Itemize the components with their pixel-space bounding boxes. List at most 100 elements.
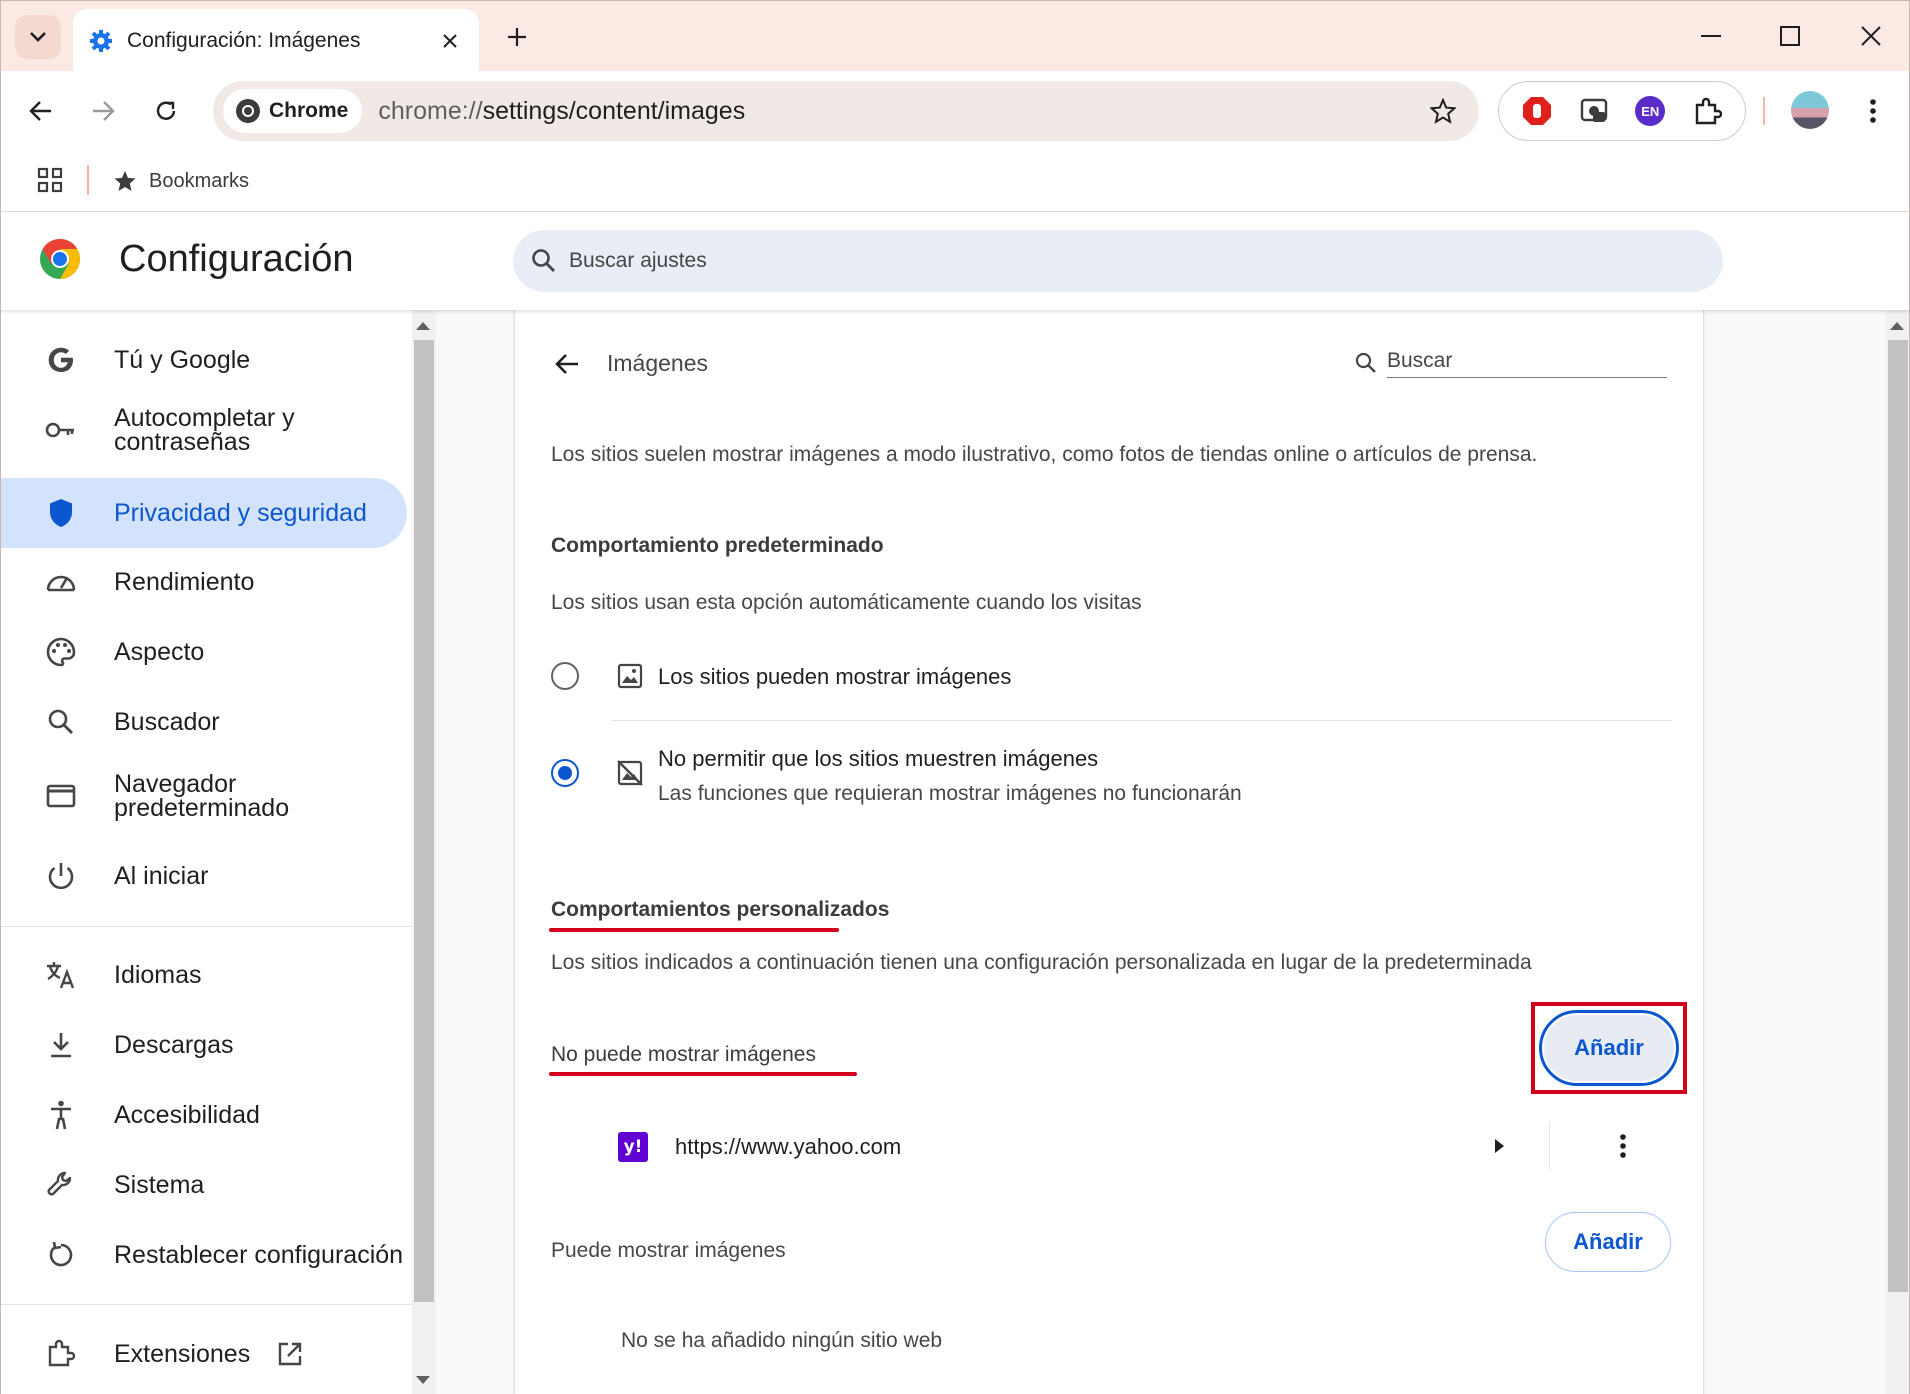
- apps-button[interactable]: [33, 163, 67, 197]
- radio-allow-images[interactable]: [551, 662, 579, 690]
- screen-capture-icon: [1580, 98, 1607, 122]
- active-tab[interactable]: Configuración: Imágenes: [73, 9, 479, 72]
- sidebar-item-downloads[interactable]: Descargas: [1, 1017, 407, 1073]
- sidebar-item-languages[interactable]: Idiomas: [1, 947, 407, 1003]
- sidebar-item-label: Privacidad y seguridad: [114, 499, 367, 527]
- sidebar-divider: [1, 926, 412, 927]
- bookmarks-label: Bookmarks: [149, 169, 250, 192]
- site-details-button[interactable]: [1483, 1130, 1515, 1162]
- close-window-button[interactable]: [1841, 11, 1901, 61]
- minimize-icon: [1701, 35, 1721, 37]
- minimize-button[interactable]: [1681, 11, 1741, 61]
- new-tab-button[interactable]: [495, 15, 539, 59]
- site-more-actions-button[interactable]: [1605, 1128, 1641, 1164]
- power-icon: [48, 863, 74, 890]
- reload-button[interactable]: [144, 89, 188, 133]
- sidebar-item-reset[interactable]: Restablecer configuración: [1, 1227, 407, 1283]
- radio-block-images[interactable]: [551, 759, 579, 787]
- search-in-page-input[interactable]: Buscar: [1355, 342, 1675, 384]
- option-divider: [611, 720, 1671, 721]
- screen-extension-button[interactable]: [1574, 91, 1614, 131]
- search-placeholder: Buscar ajustes: [569, 249, 707, 272]
- open-in-new-icon: [278, 1342, 302, 1366]
- sidebar-item-default-browser[interactable]: Navegador predeterminado: [1, 760, 407, 832]
- close-icon: [443, 33, 457, 48]
- language-badge-icon: EN: [1635, 96, 1666, 126]
- site-info-chip[interactable]: Chrome: [223, 89, 363, 133]
- scroll-up-arrow-icon[interactable]: [1890, 322, 1904, 330]
- sidebar-item-accessibility[interactable]: Accesibilidad: [1, 1087, 407, 1143]
- search-icon: [532, 249, 555, 272]
- maximize-icon: [1780, 26, 1800, 46]
- extensions-menu-button[interactable]: [1687, 91, 1727, 131]
- annotation-underline: [549, 928, 839, 932]
- back-to-site-settings-button[interactable]: [545, 342, 589, 386]
- reload-icon: [156, 101, 176, 120]
- scroll-down-arrow-icon[interactable]: [416, 1376, 430, 1384]
- bookmark-star-button[interactable]: [1421, 89, 1465, 133]
- allowed-list-empty: No se ha añadido ningún sitio web: [621, 1329, 943, 1352]
- forward-button[interactable]: [81, 89, 125, 133]
- custom-behaviors-title: Comportamientos personalizados: [551, 898, 890, 921]
- back-button[interactable]: [19, 89, 63, 133]
- browser-window-icon: [46, 784, 76, 808]
- search-icon: [1355, 352, 1376, 373]
- sidebar-item-autofill[interactable]: Autocompletar y contraseñas: [1, 394, 407, 466]
- sidebar-item-system[interactable]: Sistema: [1, 1157, 407, 1213]
- option-block-label[interactable]: No permitir que los sitios muestren imág…: [658, 746, 1098, 772]
- sidebar-item-search-engine[interactable]: Buscador: [1, 694, 407, 750]
- page-heading: Imágenes: [607, 350, 709, 376]
- close-icon: [1861, 26, 1881, 46]
- scroll-up-arrow-icon[interactable]: [416, 322, 430, 330]
- search-icon: [48, 709, 73, 734]
- tab-search-button[interactable]: [15, 15, 61, 59]
- blocked-site-row: y! https://www.yahoo.com: [515, 1116, 1705, 1178]
- sidebar-item-privacy[interactable]: Privacidad y seguridad: [1, 478, 407, 548]
- chevron-down-icon: [30, 32, 46, 42]
- sidebar-item-label: Buscador: [114, 708, 220, 736]
- maximize-button[interactable]: [1760, 11, 1820, 61]
- add-allowed-site-button[interactable]: Añadir: [1545, 1212, 1671, 1272]
- adblock-extension-button[interactable]: [1517, 91, 1557, 131]
- settings-search-input[interactable]: Buscar ajustes: [513, 230, 1723, 292]
- bookmarks-folder[interactable]: Bookmarks: [113, 163, 249, 199]
- profile-avatar[interactable]: [1791, 91, 1829, 129]
- more-vertical-icon: [1620, 1134, 1626, 1158]
- sidebar-item-label: Al iniciar: [114, 862, 209, 890]
- apps-grid-icon: [37, 167, 63, 193]
- sidebar-item-label: Rendimiento: [114, 568, 255, 596]
- sidebar-scrollbar-thumb[interactable]: [414, 340, 434, 1302]
- sidebar-item-label: Extensiones: [114, 1340, 251, 1368]
- page-title: Configuración: [119, 238, 354, 280]
- sidebar-item-on-startup[interactable]: Al iniciar: [1, 848, 407, 904]
- option-allow-label[interactable]: Los sitios pueden mostrar imágenes: [658, 664, 1011, 690]
- chrome-icon: [236, 99, 260, 123]
- star-filled-icon: [114, 170, 136, 191]
- url-text[interactable]: chrome://settings/content/images: [378, 97, 1421, 126]
- annotation-underline: [549, 1072, 857, 1076]
- arrow-right-icon: [93, 101, 115, 121]
- add-blocked-site-button[interactable]: Añadir: [1539, 1010, 1679, 1086]
- toolbar: Chrome chrome://settings/content/images …: [0, 71, 1910, 151]
- close-tab-button[interactable]: [437, 28, 463, 54]
- sidebar-item-label: Descargas: [114, 1031, 234, 1059]
- toolbar-divider: [1763, 97, 1765, 125]
- address-bar[interactable]: Chrome chrome://settings/content/images: [213, 81, 1479, 141]
- star-icon: [1430, 98, 1456, 124]
- images-settings-card: Imágenes Buscar Los sitios suelen mostra…: [514, 310, 1704, 1394]
- chrome-menu-button[interactable]: [1851, 89, 1895, 133]
- yahoo-favicon-icon: y!: [618, 1132, 648, 1162]
- main-scrollbar-thumb[interactable]: [1888, 340, 1908, 1292]
- sidebar-item-performance[interactable]: Rendimiento: [1, 554, 407, 610]
- settings-header: Configuración Buscar ajustes: [0, 212, 1910, 310]
- sidebar-item-appearance[interactable]: Aspecto: [1, 624, 407, 680]
- sidebar-item-label: Accesibilidad: [114, 1101, 260, 1129]
- sidebar-item-you-and-google[interactable]: Tú y Google: [1, 332, 407, 388]
- sidebar-item-extensions[interactable]: Extensiones: [1, 1326, 407, 1382]
- accessibility-icon: [51, 1100, 71, 1130]
- reset-icon: [49, 1241, 73, 1267]
- download-icon: [51, 1033, 71, 1058]
- caret-right-icon: [1495, 1139, 1504, 1153]
- language-extension-button[interactable]: EN: [1630, 91, 1670, 131]
- arrow-left-icon: [29, 101, 51, 121]
